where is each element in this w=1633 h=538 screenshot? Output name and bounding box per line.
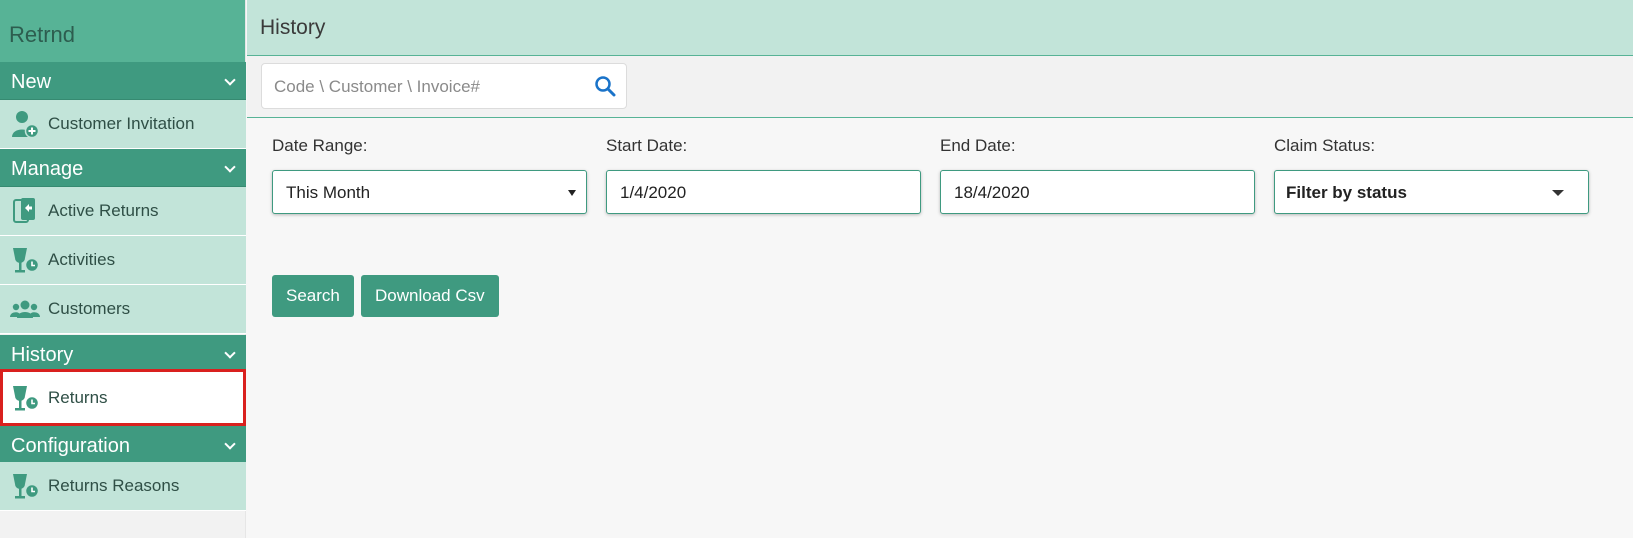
- chevron-down-icon: [224, 74, 236, 86]
- sidebar-item-label: Customer Invitation: [48, 114, 195, 133]
- sidebar-section-history[interactable]: History: [0, 335, 246, 373]
- section-label: History: [11, 344, 74, 366]
- sidebar-item-label: Returns Reasons: [48, 476, 180, 495]
- chevron-down-icon: [224, 161, 236, 173]
- sidebar-section-manage[interactable]: Manage: [0, 149, 246, 187]
- sidebar-item-returns[interactable]: Returns: [0, 369, 246, 426]
- sidebar-item-label: Active Returns: [48, 201, 159, 220]
- caret-down-icon: [568, 190, 576, 196]
- date-range-field: Date Range: This Month: [272, 136, 587, 214]
- end-date-field: End Date: 18/4/2020: [940, 136, 1255, 214]
- start-date-value: 1/4/2020: [620, 183, 687, 202]
- start-date-label: Start Date:: [606, 136, 688, 155]
- end-date-input[interactable]: 18/4/2020: [940, 170, 1255, 214]
- glass-clock-icon: [10, 471, 40, 501]
- chevron-down-icon: [224, 347, 236, 359]
- sidebar-item-label: Returns: [48, 387, 108, 407]
- sidebar-item-active-returns[interactable]: Active Returns: [0, 187, 246, 236]
- page-title: History: [260, 16, 326, 39]
- caret-down-icon: [1552, 190, 1564, 196]
- user-plus-icon: [10, 109, 40, 139]
- start-date-input[interactable]: 1/4/2020: [606, 170, 921, 214]
- sidebar-item-activities[interactable]: Activities: [0, 236, 246, 285]
- glass-clock-icon: [10, 245, 40, 275]
- chevron-down-icon: [224, 438, 236, 450]
- date-range-select[interactable]: This Month: [272, 170, 587, 214]
- sidebar-item-customers[interactable]: Customers: [0, 285, 246, 334]
- claim-status-select[interactable]: Filter by status: [1274, 170, 1589, 214]
- brand-logo[interactable]: Retrnd: [0, 0, 245, 62]
- date-range-value: This Month: [286, 183, 371, 202]
- section-label: Configuration: [11, 435, 130, 457]
- claim-status-value: Filter by status: [1286, 183, 1407, 202]
- sidebar-item-label: Customers: [48, 299, 131, 318]
- sidebar: Retrnd New Customer Invitation Manage Ac…: [0, 0, 246, 538]
- end-date-value: 18/4/2020: [954, 183, 1030, 202]
- start-date-field: Start Date: 1/4/2020: [606, 136, 921, 214]
- search-bar: [247, 56, 1633, 118]
- claim-status-label: Claim Status:: [1274, 136, 1376, 155]
- search-icon[interactable]: [594, 75, 616, 97]
- page-header: History: [247, 0, 1633, 56]
- search-input[interactable]: [274, 76, 584, 98]
- sidebar-item-customer-invitation[interactable]: Customer Invitation: [0, 100, 246, 149]
- search-button[interactable]: Search: [272, 275, 354, 317]
- search-box[interactable]: [261, 63, 627, 109]
- sidebar-section-configuration[interactable]: Configuration: [0, 426, 246, 464]
- section-label: New: [11, 71, 52, 93]
- sidebar-item-returns-reasons[interactable]: Returns Reasons: [0, 462, 246, 511]
- glass-clock-icon: [10, 383, 40, 413]
- sidebar-section-new[interactable]: New: [0, 62, 246, 100]
- claim-status-field: Claim Status: Filter by status: [1274, 136, 1589, 214]
- phone-return-icon: [10, 196, 40, 226]
- section-label: Manage: [11, 158, 84, 180]
- filter-form: Date Range: This Month Start Date: 1/4/2…: [272, 136, 1612, 226]
- download-csv-button[interactable]: Download Csv: [361, 275, 499, 317]
- users-icon: [10, 294, 40, 324]
- sidebar-item-label: Activities: [48, 250, 116, 269]
- end-date-label: End Date:: [940, 136, 1016, 155]
- date-range-label: Date Range:: [272, 136, 368, 155]
